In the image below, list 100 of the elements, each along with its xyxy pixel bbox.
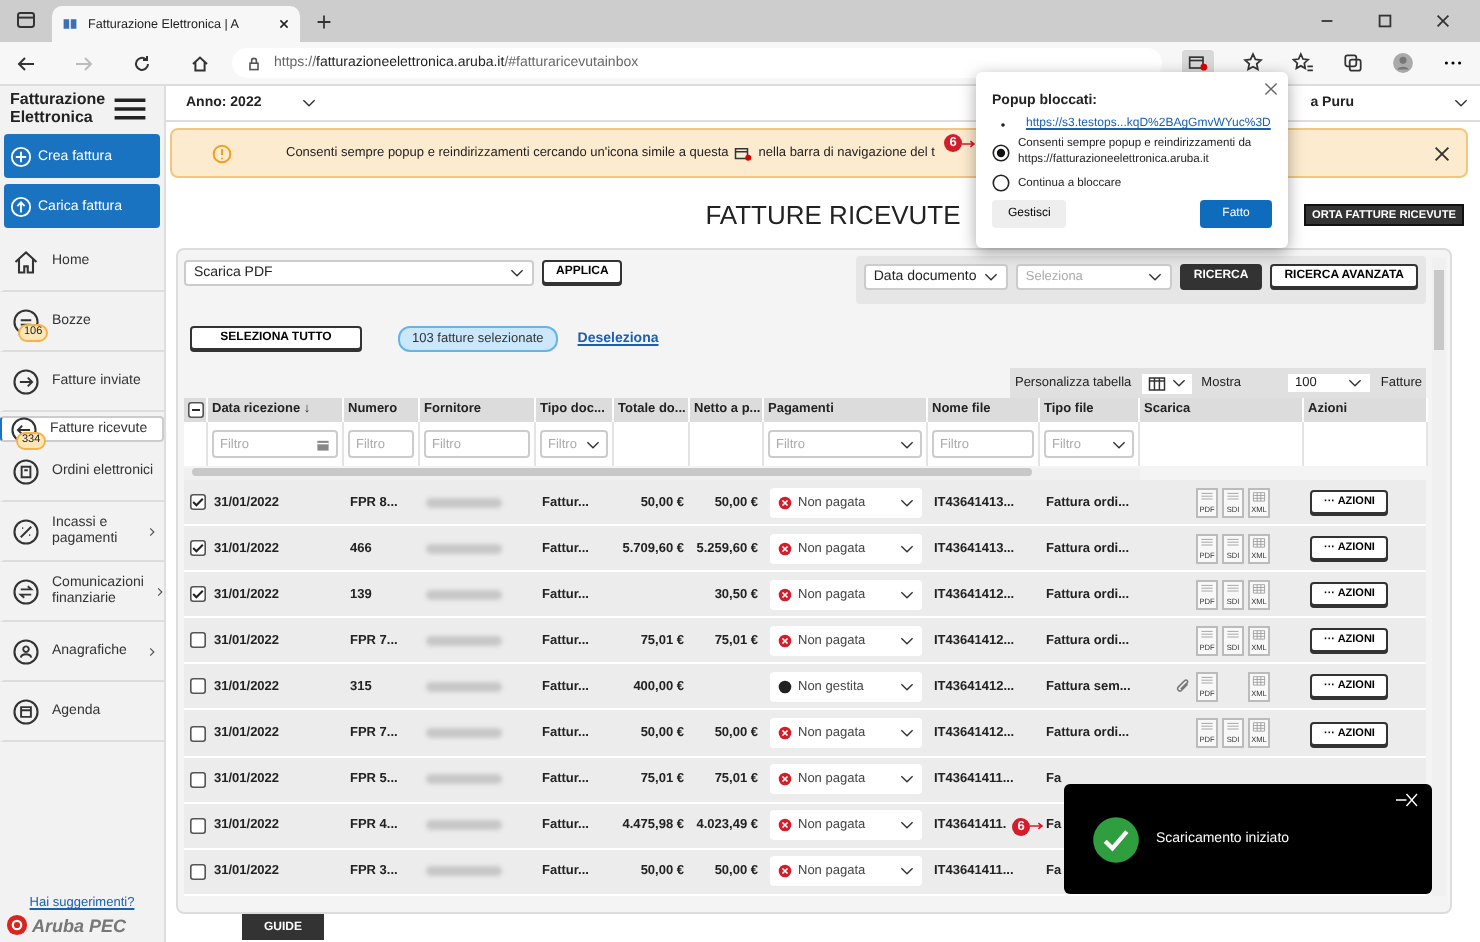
chevron-down-icon [900,774,914,785]
grid-icon [1250,675,1268,690]
checkbox[interactable] [190,678,206,695]
document-lines-icon [1198,629,1216,644]
add-favorite-icon[interactable] [1242,52,1264,74]
bullet-icon [1000,121,1006,127]
brand-logo-icon [6,914,28,936]
warning-icon [212,143,232,163]
favorites-icon[interactable] [1292,52,1314,74]
arrow-icon [962,137,976,149]
chevron-down-icon [301,98,316,108]
grid-icon [1250,629,1268,644]
document-lines-icon [1224,537,1242,552]
page-title: FATTURE RICEVUTE [705,200,961,230]
checkbox[interactable] [190,632,206,649]
blurred-text [426,543,502,554]
tab-actions-icon[interactable] [16,10,36,30]
checkbox[interactable] [190,494,206,511]
chevron-down-icon [900,866,914,877]
blurred-text [426,728,502,739]
chevron-down-icon [900,439,914,449]
blurred-text [426,497,502,508]
lock-icon [246,55,262,71]
checkbox[interactable] [190,771,206,788]
document-lines-icon [1224,583,1242,598]
grid-icon [1250,722,1268,737]
checkbox[interactable] [190,540,206,557]
document-lines-icon [1198,583,1216,598]
blurred-text [426,820,502,831]
error-icon [778,541,792,556]
maximize-icon[interactable] [1376,12,1394,30]
book-icon [62,16,78,32]
document-lines-icon [1198,491,1216,506]
home-icon[interactable] [190,53,210,73]
columns-select[interactable] [1141,373,1192,393]
chevron-down-icon [900,728,914,739]
blurred-text [426,866,502,877]
chevron-down-icon [510,268,524,278]
menu-icon[interactable] [114,97,146,119]
close-icon[interactable] [1434,145,1450,161]
circle-swap-icon [12,577,40,605]
chevron-down-icon[interactable] [1454,98,1468,108]
calendar-icon[interactable] [316,437,330,451]
checkbox[interactable] [188,402,204,418]
blurred-text [426,589,502,600]
circle-calendar-icon [12,697,40,725]
brand-name: Aruba PEC [32,915,127,935]
close-icon[interactable] [1434,12,1452,30]
error-icon [778,633,792,648]
profile-avatar-icon[interactable] [1392,52,1414,74]
document-lines-icon [1224,491,1242,506]
circle-arrow-right-icon [12,367,40,395]
checkbox[interactable] [190,817,206,834]
circle-person-icon [12,637,40,665]
error-icon [778,587,792,602]
chevron-down-icon [1147,272,1162,282]
chevron-down-icon [900,681,914,692]
house-icon [12,247,40,275]
app-logo: Fatturazione Elettronica [10,90,108,126]
chevron-down-icon [1171,378,1186,388]
plus-circle-icon [10,145,32,167]
error-icon [778,818,792,833]
collections-icon[interactable] [1342,52,1364,74]
blurred-text [426,681,502,692]
dot-icon [778,679,792,694]
new-tab-icon[interactable] [316,14,332,30]
circle-percent-icon [12,517,40,545]
reload-icon[interactable] [132,53,152,73]
grid-icon [1250,491,1268,506]
document-lines-icon [1198,537,1216,552]
checkbox[interactable] [190,725,206,742]
radio-button[interactable] [992,143,1010,161]
error-icon [778,495,792,510]
checkbox[interactable] [190,586,206,603]
checkbox[interactable] [190,863,206,880]
arrow-icon [1030,820,1044,833]
grid-icon [1250,537,1268,552]
chevron-down-icon [900,543,914,554]
paperclip-icon[interactable] [1174,677,1192,696]
error-icon [778,726,792,741]
chevron-down-icon [983,272,998,282]
popup-blocked-icon [734,145,753,161]
chevron-down-icon [586,439,600,449]
back-icon[interactable] [16,53,36,73]
chevron-down-icon [900,635,914,646]
chevron-down-icon [900,820,914,831]
chevron-down-icon [900,589,914,600]
error-icon [778,772,792,787]
document-lines-icon [1224,629,1242,644]
error-icon [778,864,792,879]
chevron-down-icon [1112,439,1126,449]
grid-icon [1250,583,1268,598]
blurred-text [426,774,502,785]
check-circle-icon [1092,815,1140,863]
scrollbar[interactable] [1434,270,1444,350]
close-icon[interactable] [278,18,290,30]
columns-icon [1147,375,1166,391]
blurred-text [426,635,502,646]
scrollbar[interactable] [192,468,1032,476]
radio-button[interactable] [992,174,1010,192]
